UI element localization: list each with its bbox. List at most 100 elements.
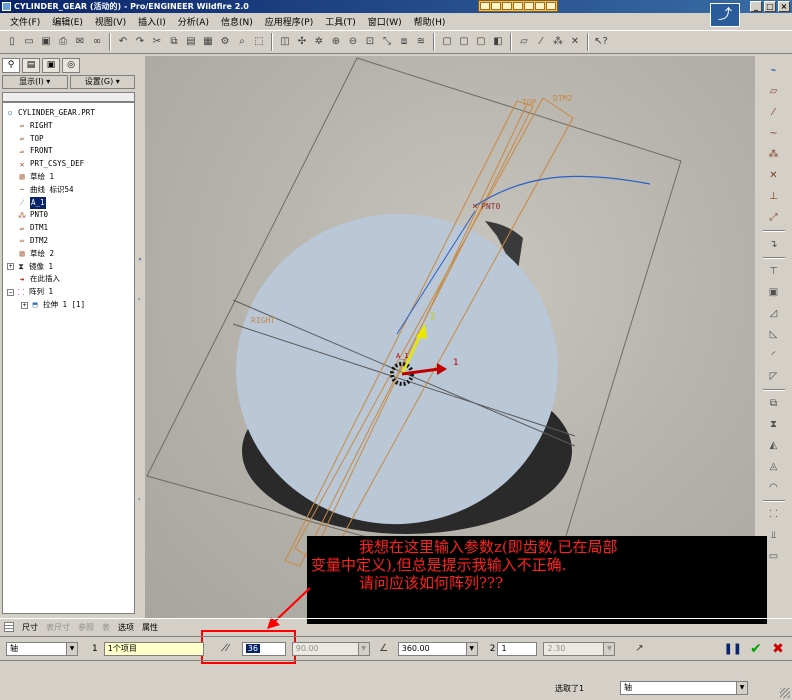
angle-extent-dropdown[interactable]: 360.00 ▼ [397,641,478,656]
regenerate-icon[interactable]: ⚙ [217,34,233,50]
favorites-tab-icon[interactable]: ▣ [42,58,60,73]
cancel-x-icon[interactable]: ✖ [770,641,786,657]
datum-points-toggle-icon[interactable]: ⁂ [550,34,566,50]
dir2-count-field[interactable]: 1 [497,641,538,656]
reorient-icon[interactable]: ⤡ [379,34,395,50]
panel-splitter[interactable]: «› ‹ [137,56,145,618]
model-tree-tab-icon[interactable]: ⚲ [2,58,20,73]
flip-direction-icon[interactable]: ⁄̸ [220,641,236,657]
datum-axes-toggle-icon[interactable]: ⁄ [533,34,549,50]
pattern-count-field[interactable]: 36 [241,641,286,656]
selection-filter-dropdown[interactable]: 轴 ▼ [620,681,748,695]
pattern-type-dropdown[interactable]: 轴 ▼ [6,641,78,656]
close-button[interactable]: × [778,1,790,12]
save-icon[interactable]: ▣ [38,34,54,50]
menu-edit[interactable]: 编辑(E) [46,15,89,28]
datum-plane-tool-icon[interactable]: ▱ [765,83,783,100]
zoom-in-icon[interactable]: ⊕ [328,34,344,50]
zoom-out-icon[interactable]: ⊖ [345,34,361,50]
tab-dimensions[interactable]: 尺寸 [22,622,38,633]
pattern-tool-icon[interactable]: ⸬ [765,506,783,523]
tree-item-pnt0[interactable]: ⁂ PNT0 [3,209,134,222]
folder-browser-tab-icon[interactable]: ▤ [22,58,40,73]
import-tool-icon[interactable]: ⤢ [765,209,783,226]
dir2-spacing-dropdown[interactable]: 2.30 ▼ [543,641,616,656]
tree-item-right[interactable]: ▱ RIGHT [3,120,134,133]
tree-item-front[interactable]: ▱ FRONT [3,145,134,158]
tree-item-sketch2[interactable]: ▧ 草绘 2 [3,248,134,261]
csys-tool-icon[interactable]: ✕ [765,167,783,184]
expand-icon[interactable]: + [7,263,14,271]
paste-special-icon[interactable]: ▦ [200,34,216,50]
analysis-tool-icon[interactable]: ⊥ [765,188,783,205]
minimize-button[interactable]: _ [750,1,762,12]
chamfer-tool-icon[interactable]: ◸ [765,368,783,385]
undo-icon[interactable]: ↶ [115,34,131,50]
offset-tool-icon[interactable]: ⫫ [765,527,783,544]
datum-planes-toggle-icon[interactable]: ▱ [516,34,532,50]
tree-item-sketch1[interactable]: ▧ 草绘 1 [3,171,134,184]
radial-direction-icon[interactable]: ↗ [631,641,647,657]
tab-table-dimensions[interactable]: 表尺寸 [46,622,70,633]
tree-item-mirror[interactable]: + ⧗ 镜像 1 [3,261,134,274]
menu-window[interactable]: 窗口(W) [362,15,408,28]
tab-options[interactable]: 选项 [118,622,134,633]
rib-tool-icon[interactable]: ◿ [765,305,783,322]
angle-extent-icon[interactable]: ∠ [376,641,392,657]
merge-tool-icon[interactable]: ◭ [765,437,783,454]
menu-view[interactable]: 视图(V) [89,15,132,28]
hidden-line-icon[interactable]: ▢ [456,34,472,50]
menu-applications[interactable]: 应用程序(P) [259,15,319,28]
tree-item-csys[interactable]: ✕ PRT_CSYS_DEF [3,158,134,171]
dir1-reference-collector[interactable]: 1个项目 [103,641,204,656]
pause-icon[interactable]: ❚❚ [724,642,742,655]
menu-file[interactable]: 文件(F) [4,15,46,28]
tree-item-axis[interactable]: ⁄ A_1 [3,196,134,210]
find-icon[interactable]: ⌕ [234,34,250,50]
csys-toggle-icon[interactable]: ✕ [567,34,583,50]
tree-item-dtm2[interactable]: ▱ DTM2 [3,235,134,248]
hole-tool-icon[interactable]: ⊤ [765,263,783,280]
tree-item-curve[interactable]: ∼ 曲线 标识54 [3,184,134,197]
orient-mode-icon[interactable]: ✲ [311,34,327,50]
tree-item-extrude[interactable]: + ⬒ 拉伸 1 [1] [3,299,134,312]
tree-item-top[interactable]: ▱ TOP [3,133,134,146]
datum-point-tool-icon[interactable]: ⁂ [765,146,783,163]
maximize-button[interactable]: □ [764,1,776,12]
graphics-viewport[interactable]: × TOP DTM2 PNT0 RIGHT A_1 1 2 [145,56,755,618]
context-help-icon[interactable]: ↖? [593,34,609,50]
tree-item-dtm1[interactable]: ▱ DTM1 [3,222,134,235]
layers-icon[interactable]: ≋ [413,34,429,50]
saved-views-icon[interactable]: ⧈ [396,34,412,50]
menu-info[interactable]: 信息(N) [215,15,259,28]
extend-tool-icon[interactable]: ◠ [765,479,783,496]
spin-center-icon[interactable]: ✣ [294,34,310,50]
collapse-icon[interactable]: − [7,289,14,297]
expand-icon[interactable]: + [21,301,28,309]
refit-icon[interactable]: ⊡ [362,34,378,50]
sketch-tool-icon[interactable]: ⌁ [765,62,783,79]
settings-dropdown[interactable]: 设置(G) ▾ [69,75,135,89]
spacing-dropdown[interactable]: 90.00 ▼ [291,641,370,656]
menu-help[interactable]: 帮助(H) [408,15,452,28]
tree-item-pattern[interactable]: − ⸬ 阵列 1 [3,286,134,299]
redo-icon[interactable]: ↷ [132,34,148,50]
repaint-icon[interactable]: ◫ [277,34,293,50]
menu-insert[interactable]: 插入(I) [132,15,172,28]
tab-tables[interactable]: 表 [102,622,110,633]
open-icon[interactable]: ▭ [21,34,37,50]
print-icon[interactable]: ⎙ [55,34,71,50]
resize-grip-icon[interactable] [780,688,790,698]
select-box-icon[interactable]: ⬚ [251,34,267,50]
tab-references[interactable]: 参照 [78,622,94,633]
tree-item-part[interactable]: ▫ CYLINDER_GEAR.PRT [3,107,134,120]
no-hidden-icon[interactable]: ▢ [473,34,489,50]
cut-icon[interactable]: ✂ [149,34,165,50]
menu-tools[interactable]: 工具(T) [319,15,362,28]
round-tool-icon[interactable]: ◜ [765,347,783,364]
tab-properties[interactable]: 属性 [142,622,158,633]
tree-item-insert-here[interactable]: ➔ 在此插入 [3,273,134,286]
datum-curve-tool-icon[interactable]: ∼ [765,125,783,142]
media-controls[interactable] [478,0,558,12]
link-icon[interactable]: ∞ [89,34,105,50]
